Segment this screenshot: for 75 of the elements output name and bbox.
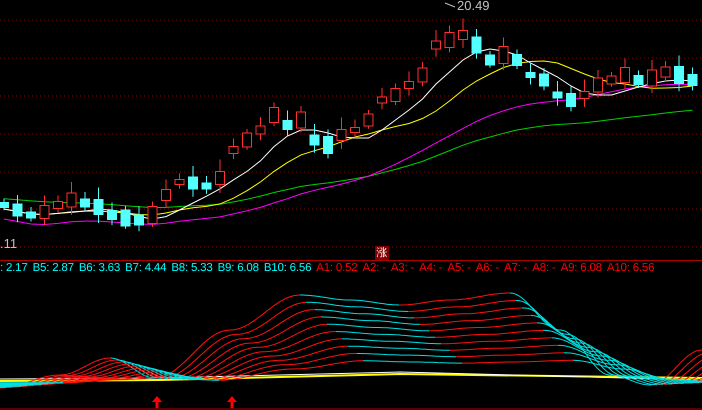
indicator-value: A6: -	[476, 261, 499, 276]
candlestick	[377, 88, 387, 110]
candlestick	[593, 70, 603, 98]
high-price-label: 20.49	[457, 0, 490, 14]
candlestick	[552, 80, 562, 106]
candlestick	[431, 30, 441, 58]
indicator-value: A2: -	[362, 261, 386, 276]
candlestick	[12, 194, 22, 223]
candlestick	[66, 182, 76, 216]
candlestick	[647, 60, 657, 94]
up-arrow-icon	[152, 396, 162, 408]
candlestick	[120, 206, 130, 230]
candlestick	[498, 37, 508, 70]
candlestick	[418, 62, 428, 87]
candlestick	[202, 176, 212, 194]
rise-badge: 涨	[375, 246, 389, 260]
candlestick	[94, 187, 104, 224]
candlestick	[188, 166, 198, 198]
up-arrow-icon	[227, 396, 237, 408]
indicator-value: A8: -	[532, 261, 556, 276]
candlestick	[634, 70, 644, 88]
candlestick	[336, 117, 346, 150]
candlestick	[472, 28, 482, 60]
candlestick	[269, 102, 279, 126]
indicator-value: A10: 6.56	[606, 261, 654, 276]
indicator-value: B6: 3.63	[78, 261, 120, 276]
indicator-value: A5: -	[447, 261, 471, 276]
indicator-value: B8: 5.33	[171, 261, 213, 276]
candlestick	[148, 201, 158, 228]
indicator-value: B7: 4.44	[125, 261, 166, 276]
candlestick	[458, 18, 468, 48]
candlestick	[40, 195, 50, 226]
candlestick	[0, 198, 9, 211]
candlestick	[215, 159, 225, 194]
candlestick	[364, 110, 374, 130]
candlestick	[26, 206, 36, 222]
candlestick	[566, 86, 576, 112]
indicator-value: A7: -	[504, 261, 528, 276]
candlestick	[80, 192, 90, 212]
indicator-value: : 2.17	[0, 261, 28, 276]
low-price-label: .11	[0, 236, 18, 252]
candlestick	[228, 138, 238, 160]
candlestick	[674, 55, 684, 92]
indicator-value: B10: 6.56	[264, 261, 312, 276]
candlestick	[282, 110, 292, 137]
candlestick	[539, 68, 549, 91]
candlestick	[606, 72, 616, 88]
candlestick	[296, 106, 306, 133]
candlestick	[444, 25, 454, 53]
candlestick	[134, 206, 144, 232]
candlestick	[53, 195, 63, 214]
candlestick	[485, 50, 495, 68]
candlestick	[390, 83, 400, 106]
candlestick	[350, 119, 360, 139]
indicator-value: A4: -	[419, 261, 442, 276]
candlestick	[688, 67, 698, 91]
candlestick	[323, 129, 333, 159]
candlestick	[107, 202, 117, 226]
indicator-value: B5: 2.87	[32, 261, 74, 276]
candlestick	[310, 124, 320, 154]
candlestick	[174, 173, 184, 190]
indicator-value: A9: 6.08	[560, 261, 602, 276]
leader-line	[444, 2, 456, 8]
candlestick	[404, 71, 414, 96]
candlestick	[620, 58, 630, 90]
candlestick	[660, 60, 670, 82]
candlestick	[242, 128, 252, 150]
indicator-value: A1: 0.52	[316, 261, 358, 276]
candlestick	[526, 62, 536, 85]
candlestick	[161, 179, 171, 208]
candlestick	[256, 116, 266, 141]
indicator-value: A3: -	[390, 261, 414, 276]
indicator-value: B9: 6.08	[218, 261, 259, 276]
candlestick	[580, 79, 590, 108]
candlestick	[512, 49, 522, 70]
